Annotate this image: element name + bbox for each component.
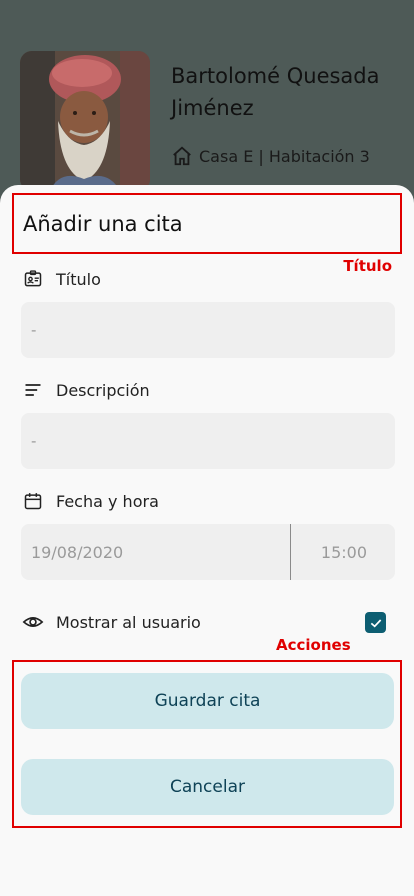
avatar [20, 51, 150, 191]
show-user-checkbox[interactable] [365, 612, 386, 633]
annotation-title: Título [343, 257, 392, 275]
field-show-user-label: Mostrar al usuario [22, 611, 201, 633]
save-appointment-button[interactable]: Guardar cita [21, 673, 394, 729]
check-icon [370, 618, 381, 628]
sheet-title: Añadir una cita [23, 211, 183, 236]
field-datetime-label-text: Fecha y hora [56, 491, 159, 511]
field-title-label-text: Título [56, 269, 101, 289]
field-title-label: Título [22, 268, 101, 290]
patient-name: Bartolomé Quesada Jiménez [171, 64, 380, 120]
annotation-actions: Acciones [276, 636, 351, 654]
datetime-field: 19/08/2020 15:00 [21, 524, 395, 580]
title-input[interactable]: - [21, 302, 395, 358]
avatar-photo [20, 51, 150, 191]
patient-header: Bartolomé Quesada Jiménez Casa E | Habit… [0, 0, 414, 200]
description-input[interactable]: - [21, 413, 395, 469]
home-icon [171, 145, 193, 167]
id-card-icon [22, 268, 44, 290]
patient-location: Casa E | Habitación 3 [171, 145, 370, 167]
eye-icon [22, 611, 44, 633]
field-datetime-label: Fecha y hora [22, 490, 159, 512]
field-show-user-label-text: Mostrar al usuario [56, 612, 201, 632]
field-description-label: Descripción [22, 379, 150, 401]
date-input[interactable]: 19/08/2020 [21, 524, 291, 580]
cancel-button[interactable]: Cancelar [21, 759, 394, 815]
sheet-title-box: Añadir una cita [12, 193, 402, 254]
field-description-label-text: Descripción [56, 380, 150, 400]
time-input[interactable]: 15:00 [291, 524, 395, 580]
lines-icon [22, 379, 44, 401]
calendar-icon [22, 490, 44, 512]
patient-location-label: Casa E | Habitación 3 [199, 146, 370, 166]
